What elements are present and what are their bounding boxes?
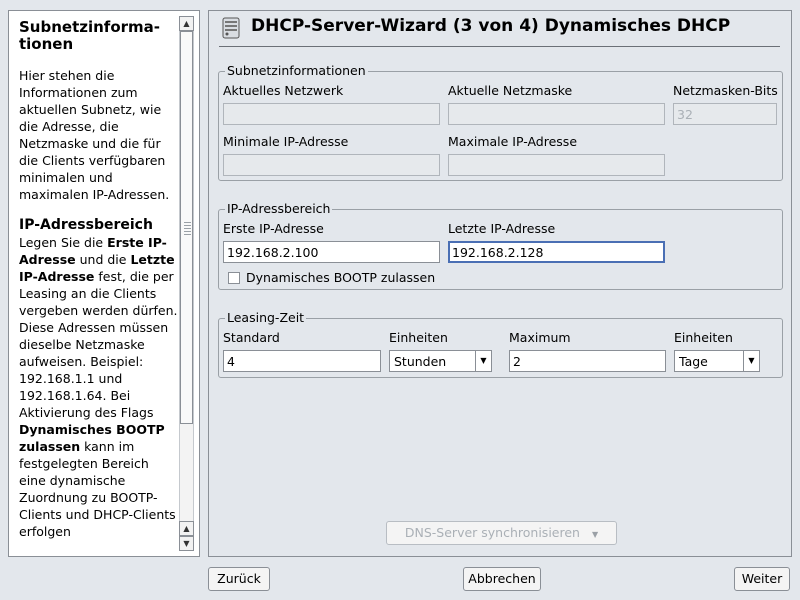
abort-button[interactable]: Abbrechen [463,567,541,591]
chevron-down-icon[interactable]: ▼ [743,351,759,371]
first-ip-input[interactable]: 192.168.2.100 [223,241,440,263]
standard-units-value: Stunden [394,354,447,369]
first-ip-label: Erste IP-Adresse [223,221,324,236]
current-netmask-field [448,103,665,125]
netmask-bits-label: Netzmasken-Bits [673,83,778,98]
main-panel: DHCP-Server-Wizard (3 von 4) Dynamisches… [208,10,792,557]
min-ip-label: Minimale IP-Adresse [223,134,349,149]
current-network-label: Aktuelles Netzwerk [223,83,344,98]
help-body-text: fest, die per Leasing an die Clients ver… [19,269,178,420]
units-label-standard: Einheiten [389,330,448,345]
grip-icon [184,222,191,236]
scrollbar-track[interactable] [179,31,194,529]
help-panel: Subnetzinforma-tionen Hier stehen die In… [8,10,200,557]
standard-label: Standard [223,330,280,345]
max-ip-field [448,154,665,176]
help-body-text: kann im festgelegten Bereich eine dynami… [19,439,176,539]
chevron-down-icon: ▼ [591,530,599,539]
maximum-lease-input[interactable]: 2 [509,350,666,372]
last-ip-label: Letzte IP-Adresse [448,221,556,236]
min-ip-field [223,154,440,176]
maximum-label: Maximum [509,330,571,345]
dns-sync-label: DNS-Server synchronisieren [404,525,580,540]
back-button[interactable]: Zurück [208,567,270,591]
lease-time-group: Leasing-Zeit Standard 4 Einheiten Stunde… [218,311,783,378]
help-title: Subnetzinforma-tionen [19,18,160,53]
help-section-heading: IP-Adressbereich [19,217,153,233]
netmask-bits-field: 32 [673,103,777,125]
help-body: Legen Sie die Erste IP-Adresse und die L… [19,234,179,540]
next-button[interactable]: Weiter [734,567,790,591]
maximum-units-select[interactable]: Tage ▼ [674,350,760,372]
current-netmask-label: Aktuelle Netzmaske [448,83,573,98]
subnet-info-legend: Subnetzinformationen [225,63,368,78]
bootp-checkbox[interactable] [228,272,240,284]
lease-time-legend: Leasing-Zeit [225,310,307,325]
help-intro: Hier stehen die Informationen zum aktuel… [19,68,170,202]
max-ip-label: Maximale IP-Adresse [448,134,578,149]
help-body-text: Legen Sie die [19,235,108,250]
scroll-up-arrow-icon[interactable]: ▲ [179,521,194,536]
help-body-text: und die [75,252,131,267]
ip-range-group: IP-Adressbereich Erste IP-Adresse 192.16… [218,202,783,290]
last-ip-input[interactable]: 192.168.2.128 [448,241,665,263]
standard-units-select[interactable]: Stunden ▼ [389,350,492,372]
scroll-down-arrow-icon[interactable]: ▼ [179,536,194,551]
scroll-up-arrow-icon[interactable]: ▲ [179,16,194,31]
current-network-field [223,103,440,125]
subnet-info-group: Subnetzinformationen Aktuelles Netzwerk … [218,64,783,181]
help-text: Subnetzinforma-tionen Hier stehen die In… [19,17,179,540]
bootp-label[interactable]: Dynamisches BOOTP zulassen [246,270,435,285]
server-icon [222,17,240,39]
page-title: DHCP-Server-Wizard (3 von 4) Dynamisches… [251,16,731,36]
standard-lease-input[interactable]: 4 [223,350,381,372]
title-divider [219,46,780,47]
maximum-units-value: Tage [679,354,708,369]
dns-sync-button: DNS-Server synchronisieren ▼ [386,521,617,545]
scrollbar-thumb[interactable] [180,31,193,424]
units-label-maximum: Einheiten [674,330,733,345]
chevron-down-icon[interactable]: ▼ [475,351,491,371]
help-scrollbar[interactable]: ▲ ▲ ▼ [179,16,194,552]
ip-range-legend: IP-Adressbereich [225,201,333,216]
